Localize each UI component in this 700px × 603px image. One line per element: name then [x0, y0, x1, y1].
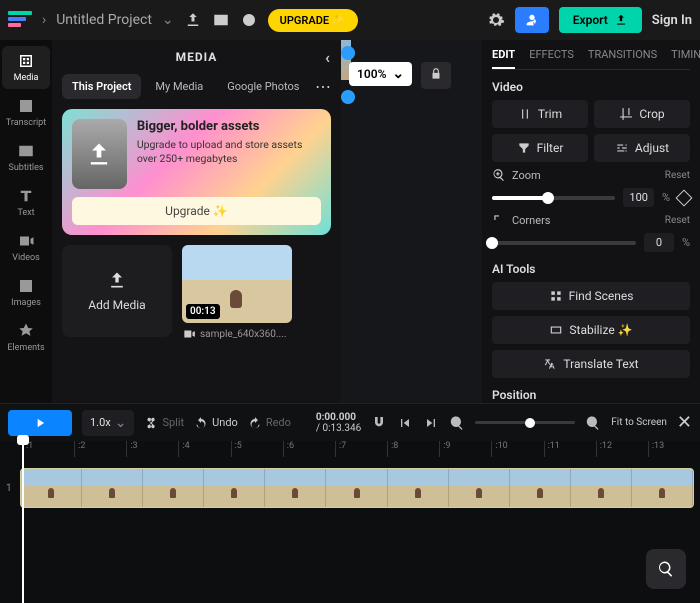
filter-button[interactable]: Filter [492, 134, 588, 162]
corners-icon [492, 213, 506, 227]
chevron-down-icon: ⌄ [392, 66, 404, 82]
timeline-toolbar: 1.0x⌄ Split Undo Redo 0:00.000/ 0:13.346… [0, 403, 700, 441]
rail-subtitles[interactable]: Subtitles [2, 136, 50, 179]
project-title[interactable]: Untitled Project [56, 12, 152, 28]
corners-value[interactable]: 0 [644, 233, 674, 252]
media-clip[interactable]: 00:13 sample_640x360.... [182, 245, 292, 341]
zoom-icon [492, 168, 506, 182]
clip-duration: 00:13 [186, 304, 220, 319]
redo-button: Redo [248, 416, 291, 430]
chevron-down-icon[interactable]: ⌄ [162, 12, 174, 28]
rail-media[interactable]: Media [2, 46, 50, 89]
invite-button[interactable] [515, 7, 549, 33]
split-button: Split [144, 416, 184, 430]
zoom-reset[interactable]: Reset [665, 170, 690, 181]
prev-frame-icon[interactable] [397, 415, 413, 431]
next-frame-icon[interactable] [423, 415, 439, 431]
fit-to-screen-button[interactable]: Fit to Screen [611, 417, 667, 428]
add-media-button[interactable]: Add Media [62, 245, 172, 337]
upgrade-button[interactable]: UPGRADE ✨ [268, 9, 358, 32]
zoom-out-icon[interactable] [449, 415, 465, 431]
handle-icon[interactable] [341, 90, 355, 104]
zoom-slider[interactable] [492, 196, 615, 200]
zoom-label: Zoom [512, 169, 541, 182]
tab-transitions[interactable]: TRANSITIONS [588, 48, 657, 69]
rail-videos[interactable]: Videos [2, 226, 50, 269]
keyframe-icon[interactable] [676, 189, 693, 206]
play-button[interactable] [8, 410, 72, 436]
close-icon[interactable]: ✕ [677, 412, 692, 433]
left-rail: Media Transcript Subtitles Text Videos I… [0, 40, 52, 403]
playback-speed[interactable]: 1.0x⌄ [82, 410, 134, 436]
promo-body: Upgrade to upload and store assets over … [137, 138, 321, 166]
more-icon[interactable]: ⋯ [315, 77, 331, 96]
media-tabs: This Project My Media Google Photos ⋯ [52, 74, 341, 99]
rail-images[interactable]: Images [2, 271, 50, 314]
rail-text[interactable]: Text [2, 181, 50, 224]
tab-effects[interactable]: EFFECTS [529, 48, 574, 69]
canvas-zoom-dropdown[interactable]: 100%⌄ [349, 62, 412, 86]
rail-elements[interactable]: Elements [2, 316, 50, 359]
chevron-right-icon: › [42, 12, 46, 28]
find-scenes-button[interactable]: Find Scenes [492, 282, 690, 310]
corners-slider[interactable] [492, 241, 636, 245]
panel-title: MEDIA [176, 50, 218, 64]
theme-icon[interactable] [240, 11, 258, 29]
magnet-icon[interactable] [371, 415, 387, 431]
zoom-in-icon[interactable] [585, 415, 601, 431]
timeline-tracks[interactable]: 1 [0, 457, 700, 603]
playhead[interactable] [22, 441, 24, 603]
tab-edit[interactable]: EDIT [492, 48, 515, 69]
app-logo[interactable] [8, 11, 32, 29]
section-ai: AI Tools [492, 262, 690, 276]
inspector-panel: EDIT EFFECTS TRANSITIONS TIMING Video Tr… [482, 40, 700, 403]
zoom-value[interactable]: 100 [623, 188, 654, 207]
search-button[interactable] [646, 549, 686, 589]
lock-button[interactable] [421, 62, 451, 89]
upgrade-promo: Bigger, bolder assets Upgrade to upload … [62, 109, 331, 235]
collapse-panel-icon[interactable]: ‹ [325, 48, 331, 67]
time-display: 0:00.000/ 0:13.346 [316, 412, 361, 434]
settings-icon[interactable] [487, 11, 505, 29]
corners-label: Corners [512, 214, 550, 227]
preview-canvas[interactable]: 100%⌄ [341, 40, 482, 403]
stabilize-button[interactable]: Stabilize ✨ [492, 316, 690, 344]
undo-button[interactable]: Undo [194, 416, 238, 430]
section-position: Position [492, 388, 690, 402]
timeline-zoom-slider[interactable] [475, 421, 575, 424]
promo-upgrade-button[interactable]: Upgrade ✨ [72, 197, 321, 225]
rail-transcript[interactable]: Transcript [2, 91, 50, 134]
trim-button[interactable]: Trim [492, 100, 588, 128]
tab-google-photos[interactable]: Google Photos [217, 74, 309, 99]
export-button[interactable]: Export [559, 7, 642, 33]
adjust-button[interactable]: Adjust [594, 134, 690, 162]
handle-icon[interactable] [341, 46, 355, 60]
tab-timing[interactable]: TIMING [671, 48, 700, 69]
subtitle-icon[interactable] [212, 11, 230, 29]
clip-name: sample_640x360.... [182, 327, 292, 341]
corners-reset[interactable]: Reset [665, 215, 690, 226]
media-panel: MEDIA ‹ This Project My Media Google Phot… [52, 40, 341, 403]
upload-icon [72, 119, 127, 189]
translate-button[interactable]: Translate Text [492, 350, 690, 378]
track-number: 1 [6, 483, 16, 494]
top-bar: › Untitled Project ⌄ UPGRADE ✨ Export Si… [0, 0, 700, 40]
tab-my-media[interactable]: My Media [145, 74, 213, 99]
timeline-ruler[interactable]: :1:2:3:4:5:6:7:8:9:10:11:12:13 [0, 441, 700, 457]
section-video: Video [492, 80, 690, 94]
crop-button[interactable]: Crop [594, 100, 690, 128]
promo-heading: Bigger, bolder assets [137, 119, 321, 134]
timeline-clip[interactable] [20, 468, 694, 508]
share-icon[interactable] [184, 11, 202, 29]
sign-in-link[interactable]: Sign In [652, 13, 692, 28]
tab-this-project[interactable]: This Project [62, 74, 141, 99]
